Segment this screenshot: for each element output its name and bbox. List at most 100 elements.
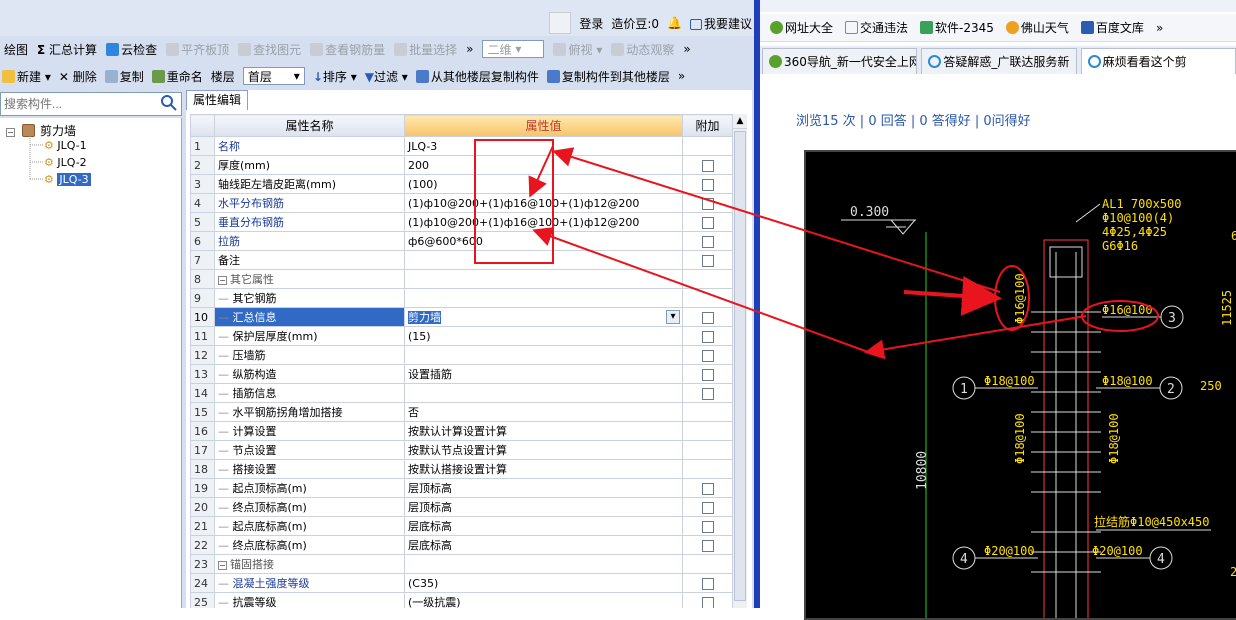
table-row[interactable]: 17— 节点设置 按默认节点设置计算 [190, 440, 733, 460]
extra-checkbox[interactable] [701, 254, 714, 267]
prop-value-cell[interactable] [404, 269, 683, 289]
prop-value-cell[interactable]: 200 [404, 155, 683, 175]
prop-value-cell[interactable] [404, 345, 683, 365]
fav-weather[interactable]: 佛山天气 [1005, 19, 1069, 36]
tree-item-jlq-2[interactable]: ⚙ JLQ-2 [44, 156, 87, 169]
view-mode-select[interactable]: 二维 ▾ [482, 40, 545, 58]
table-row[interactable]: 16— 计算设置 按默认计算设置计算 [190, 421, 733, 441]
chevron-more-icon-2[interactable]: » [683, 42, 690, 56]
table-row[interactable]: 12— 压墙筋 [190, 345, 733, 365]
top-view-button[interactable]: 俯视 ▾ [553, 41, 602, 58]
table-row[interactable]: 15— 水平钢筋拐角增加搭接否 [190, 402, 733, 422]
collapse-icon[interactable]: − [218, 275, 227, 285]
extra-checkbox[interactable] [701, 482, 714, 495]
extra-checkbox[interactable] [701, 596, 714, 608]
extra-checkbox[interactable] [701, 197, 714, 210]
table-row[interactable]: 6 拉筋 ф6@600*600 [190, 231, 733, 251]
table-row[interactable]: 9— 其它钢筋 [190, 288, 733, 308]
find-element-button[interactable]: 查找图元 [238, 41, 301, 58]
table-row[interactable]: 14— 插筋信息 [190, 383, 733, 403]
extra-checkbox[interactable] [701, 501, 714, 514]
table-row[interactable]: 10— 汇总信息 剪力墙 ▾ [190, 307, 733, 327]
search-input[interactable] [0, 92, 182, 116]
table-row[interactable]: 23− 锚固搭接 [190, 554, 733, 574]
prop-value-cell[interactable]: 按默认节点设置计算 [404, 440, 683, 460]
prop-value-cell[interactable] [404, 288, 683, 308]
table-row[interactable]: 7 备注 [190, 250, 733, 270]
suggest-link[interactable]: 我要建议 [689, 15, 752, 32]
extra-checkbox[interactable] [701, 311, 714, 324]
extra-checkbox[interactable] [701, 539, 714, 552]
table-row[interactable]: 2 厚度(mm) 200 [190, 155, 733, 175]
prop-value-cell[interactable]: 按默认计算设置计算 [404, 421, 683, 441]
scroll-up-icon[interactable]: ▲ [733, 114, 747, 129]
batch-select-button[interactable]: 批量选择 [394, 41, 457, 58]
search-icon[interactable] [160, 94, 180, 114]
prop-value-cell[interactable]: ф6@600*600 [404, 231, 683, 251]
table-row[interactable]: 19— 起点顶标高(m) 层顶标高 [190, 478, 733, 498]
dropdown-arrow-icon[interactable]: ▾ [666, 310, 680, 324]
prop-value-cell[interactable] [404, 250, 683, 270]
extra-checkbox[interactable] [701, 159, 714, 172]
copy-button[interactable]: 复制 [104, 68, 144, 85]
tree-item-jlq-3[interactable]: ⚙ JLQ-3 [44, 173, 91, 186]
table-row[interactable]: 3 轴线距左墙皮距离(mm) (100) [190, 174, 733, 194]
chevron-more-icon[interactable]: » [466, 42, 473, 56]
prop-value-cell[interactable]: 否 [404, 402, 683, 422]
extra-checkbox[interactable] [701, 577, 714, 590]
prop-value-cell[interactable]: (一级抗震) [404, 592, 683, 608]
prop-value-cell[interactable]: 层底标高 [404, 516, 683, 536]
prop-value-cell[interactable] [404, 554, 683, 574]
prop-value-cell[interactable]: (15) [404, 326, 683, 346]
bell-icon[interactable]: 🔔 [667, 16, 682, 30]
prop-value-cell[interactable]: 剪力墙 ▾ [404, 307, 683, 327]
sum-calc-button[interactable]: Σ 汇总计算 [37, 41, 97, 58]
table-row[interactable]: 21— 起点底标高(m) 层底标高 [190, 516, 733, 536]
rename-button[interactable]: 重命名 [151, 68, 203, 85]
prop-value-cell[interactable]: JLQ-3 [404, 136, 683, 156]
table-row[interactable]: 1 名称 JLQ-3 [190, 136, 733, 156]
table-row[interactable]: 8− 其它属性 [190, 269, 733, 289]
extra-checkbox[interactable] [701, 216, 714, 229]
floor-select[interactable]: 首层 ▾ [242, 67, 305, 85]
cloud-check-button[interactable]: 云检查 [106, 41, 157, 58]
draw-button[interactable]: 绘图 [4, 41, 28, 58]
extra-checkbox[interactable] [701, 349, 714, 362]
table-row[interactable]: 4 水平分布钢筋 (1)ф10@200+(1)ф16@100+(1)ф12@200 [190, 193, 733, 213]
extra-checkbox[interactable] [701, 368, 714, 381]
chevron-more-icon-3[interactable]: » [678, 69, 685, 83]
prop-value-cell[interactable]: 层顶标高 [404, 478, 683, 498]
table-row[interactable]: 22— 终点底标高(m) 层底标高 [190, 535, 733, 555]
view-rebar-button[interactable]: 查看钢筋量 [310, 41, 385, 58]
filter-button[interactable]: ▼过滤 ▾ [365, 68, 408, 85]
prop-value-cell[interactable]: 设置插筋 [404, 364, 683, 384]
extra-checkbox[interactable] [701, 330, 714, 343]
tree-item-jlq-1[interactable]: ⚙ JLQ-1 [44, 139, 87, 152]
extra-checkbox[interactable] [701, 178, 714, 191]
fav-traffic[interactable]: 交通违法 [845, 19, 908, 36]
table-row[interactable]: 25— 抗震等级 (一级抗震) [190, 592, 733, 608]
scroll-thumb[interactable] [734, 131, 746, 601]
chevron-more-icon-4[interactable]: » [1156, 21, 1163, 35]
copy-to-floor-button[interactable]: 复制构件到其他楼层 [546, 68, 670, 85]
extra-checkbox[interactable] [701, 520, 714, 533]
prop-value-cell[interactable]: (1)ф10@200+(1)ф16@100+(1)ф12@200 [404, 193, 683, 213]
fav-baidu-wenku[interactable]: 百度文库 [1080, 19, 1144, 36]
property-scrollbar[interactable]: ▲ [732, 114, 747, 608]
login-link[interactable]: 登录 [579, 15, 603, 32]
copy-from-floor-button[interactable]: 从其他楼层复制构件 [415, 68, 539, 85]
delete-button[interactable]: ✕ 删除 [59, 68, 97, 85]
table-row[interactable]: 11— 保护层厚度(mm) (15) [190, 326, 733, 346]
table-row[interactable]: 18— 搭接设置 按默认搭接设置计算 [190, 459, 733, 479]
tab-property-edit[interactable]: 属性编辑 [186, 90, 248, 110]
browser-tab-current[interactable]: 麻烦看看这个剪 [1080, 48, 1236, 74]
prop-value-cell[interactable]: 层顶标高 [404, 497, 683, 517]
fav-software[interactable]: 软件-2345 [920, 19, 994, 36]
collapse-icon[interactable]: − [218, 560, 227, 570]
prop-value-cell[interactable]: 按默认搭接设置计算 [404, 459, 683, 479]
browser-tab-360[interactable]: 360导航_新一代安全上网 [762, 48, 918, 74]
table-row[interactable]: 20— 终点顶标高(m) 层顶标高 [190, 497, 733, 517]
prop-value-cell[interactable]: 层底标高 [404, 535, 683, 555]
table-row[interactable]: 5 垂直分布钢筋 (1)ф10@200+(1)ф16@100+(1)ф12@200 [190, 212, 733, 232]
browser-tab-qa[interactable]: 答疑解惑_广联达服务新 [921, 48, 1077, 74]
